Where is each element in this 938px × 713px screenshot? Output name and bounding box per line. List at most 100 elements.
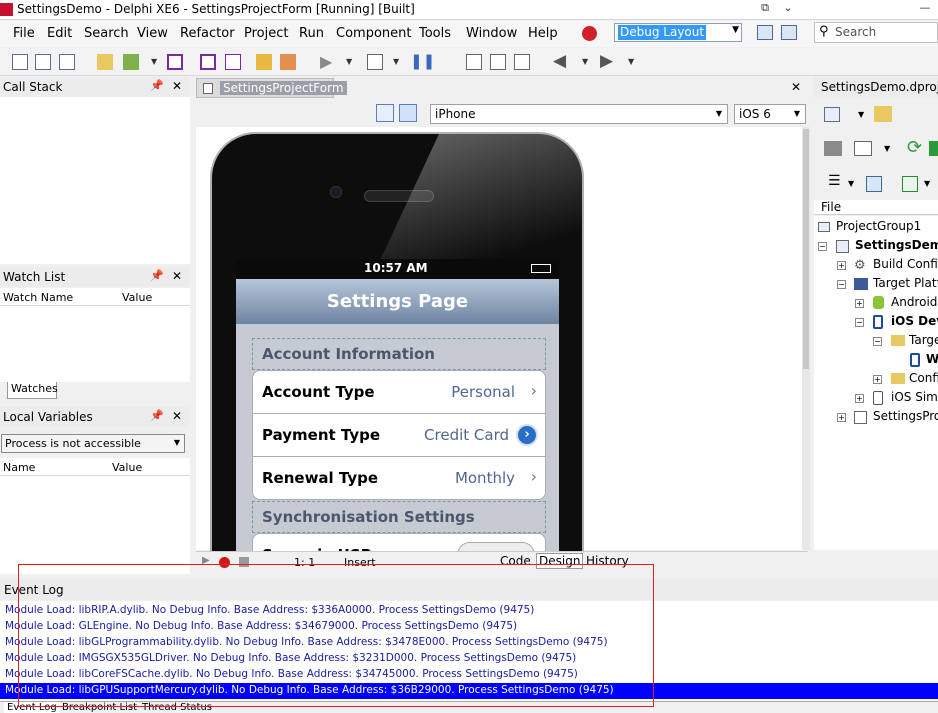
expand-icon[interactable]: +: [855, 299, 864, 308]
tab-breakpoint-list[interactable]: Breakpoint List: [62, 702, 137, 713]
build-icon[interactable]: [929, 141, 938, 156]
new-items-icon[interactable]: [35, 54, 51, 70]
save-icon[interactable]: [167, 54, 183, 70]
close-icon[interactable]: ✕: [791, 80, 801, 94]
device-view-icon[interactable]: [399, 104, 417, 122]
delphi-app-icon[interactable]: [0, 3, 13, 16]
menu-run[interactable]: Run: [299, 26, 324, 41]
collapse-icon[interactable]: −: [818, 242, 827, 251]
activate-icon[interactable]: [824, 107, 840, 122]
event-log-list[interactable]: Module Load: libRIP.A.dylib. No Debug In…: [0, 601, 938, 701]
tab-thread-status[interactable]: Thread Status: [142, 702, 212, 713]
play-macro-icon[interactable]: ▶: [202, 555, 210, 566]
menu-edit[interactable]: Edit: [47, 26, 72, 41]
project-tree[interactable]: ProjectGroup1 SettingsDemo Build Configu…: [814, 216, 938, 550]
tree-item-device[interactable]: W: [926, 352, 938, 366]
open-icon[interactable]: [97, 54, 113, 70]
dropdown-arrow-icon[interactable]: ▼: [794, 109, 800, 118]
tree-item-configuration[interactable]: Configuration: [909, 371, 938, 385]
pin-icon[interactable]: 📌: [150, 79, 164, 92]
chevron-down-icon[interactable]: ▼: [151, 57, 157, 66]
tab-watches[interactable]: Watches: [7, 382, 58, 399]
open-project-icon[interactable]: [59, 54, 75, 70]
pin-icon[interactable]: 📌: [150, 269, 164, 282]
chevron-down-icon[interactable]: ▼: [582, 57, 588, 66]
set-layout-icon[interactable]: [781, 25, 797, 40]
menu-search[interactable]: Search: [84, 26, 129, 41]
log-line[interactable]: Module Load: libRIP.A.dylib. No Debug In…: [5, 604, 534, 616]
col-value[interactable]: Value: [122, 291, 152, 304]
col-watch-name[interactable]: Watch Name: [3, 291, 73, 304]
editor-tab[interactable]: SettingsProjectForm: [196, 78, 347, 98]
tab-design[interactable]: Design: [536, 553, 584, 569]
menu-file[interactable]: File: [13, 26, 35, 41]
local-variables-list[interactable]: Name Value: [0, 458, 190, 574]
menu-component[interactable]: Component: [336, 26, 411, 41]
menu-project[interactable]: Project: [244, 26, 288, 41]
desktop-layout-select[interactable]: Debug Layout ▼: [614, 23, 742, 42]
refresh-icon[interactable]: ⟳: [907, 137, 922, 158]
expand-icon[interactable]: +: [837, 261, 846, 270]
check-icon[interactable]: [902, 176, 918, 192]
chevron-down-icon[interactable]: ▼: [858, 110, 864, 119]
close-icon[interactable]: ✕: [172, 269, 182, 283]
list-item-payment-type[interactable]: Payment Type Credit Card ›: [252, 413, 546, 457]
chevron-down-icon[interactable]: ▼: [884, 144, 890, 153]
call-stack-list[interactable]: [0, 97, 190, 264]
list-item-renewal-type[interactable]: Renewal Type Monthly ›: [252, 456, 546, 500]
run-without-debug-icon[interactable]: [367, 54, 383, 70]
device-select[interactable]: iPhone ▼: [430, 104, 728, 124]
process-select[interactable]: Process is not accessible ▼: [1, 434, 185, 453]
forward-arrow-icon[interactable]: ▶: [600, 51, 613, 71]
sync-icon[interactable]: [824, 141, 842, 156]
col-file[interactable]: File: [821, 200, 841, 214]
expand-icon[interactable]: +: [855, 394, 864, 403]
menu-refactor[interactable]: Refactor: [180, 26, 235, 41]
new-file-icon[interactable]: [12, 54, 28, 70]
pause-icon[interactable]: ❚❚: [410, 52, 435, 70]
log-line-selected[interactable]: Module Load: libGPUSupportMercury.dylib.…: [5, 684, 614, 696]
add-to-project-icon[interactable]: [256, 54, 272, 70]
tree-item-ios-device[interactable]: iOS Device: [891, 314, 938, 328]
expand-icon[interactable]: +: [837, 413, 846, 422]
ide-search-box[interactable]: ⚲ Search: [814, 22, 938, 43]
settings-gear-icon[interactable]: [866, 176, 882, 192]
col-value[interactable]: Value: [112, 461, 142, 474]
watch-list[interactable]: Watch Name Value: [0, 288, 190, 382]
list-item-account-type[interactable]: Account Type Personal ›: [252, 370, 546, 414]
chevron-down-icon[interactable]: ▼: [628, 57, 634, 66]
chevron-down-icon[interactable]: ▼: [393, 57, 399, 66]
run-to-cursor-icon[interactable]: [514, 54, 530, 70]
tree-item-target[interactable]: Target: [909, 333, 938, 347]
collapse-icon[interactable]: −: [873, 337, 882, 346]
tab-history[interactable]: History: [586, 554, 629, 568]
collapse-icon[interactable]: −: [837, 280, 846, 289]
log-line[interactable]: Module Load: IMGSGX535GLDriver. No Debug…: [5, 652, 576, 664]
vertical-scrollbar[interactable]: [802, 127, 810, 550]
chevron-down-icon[interactable]: ⌄: [778, 0, 798, 16]
reopen-icon[interactable]: [123, 54, 139, 70]
search-input[interactable]: Search: [835, 25, 876, 39]
col-name[interactable]: Name: [3, 461, 35, 474]
pin-icon[interactable]: 📌: [150, 409, 164, 422]
tree-item-settingsproject[interactable]: SettingsProject: [873, 409, 938, 423]
run-icon[interactable]: ▶: [320, 52, 332, 71]
view-grid-icon[interactable]: [854, 141, 872, 156]
menu-help[interactable]: Help: [528, 26, 558, 41]
master-view-icon[interactable]: [376, 104, 394, 122]
dropdown-arrow-icon[interactable]: ▼: [716, 109, 722, 118]
os-select[interactable]: iOS 6 ▼: [734, 104, 806, 124]
sort-list-icon[interactable]: ☰: [828, 173, 841, 189]
detail-disclosure-icon[interactable]: ›: [516, 424, 538, 446]
chevron-down-icon[interactable]: ▼: [848, 179, 854, 188]
tree-item-settingsdemo[interactable]: SettingsDemo: [855, 238, 938, 252]
restore-layout-icon[interactable]: ⧉: [752, 0, 778, 16]
tab-event-log[interactable]: Event Log: [4, 702, 60, 713]
dropdown-arrow-icon[interactable]: ▼: [732, 25, 739, 35]
stop-macro-icon[interactable]: [239, 557, 249, 567]
log-line[interactable]: Module Load: libCoreFSCache.dylib. No De…: [5, 668, 578, 680]
tree-item-android[interactable]: Android: [891, 295, 937, 309]
collapse-icon[interactable]: −: [855, 318, 864, 327]
tree-item-build-config[interactable]: Build Configurations: [873, 257, 938, 271]
save-all-icon[interactable]: [200, 54, 216, 70]
